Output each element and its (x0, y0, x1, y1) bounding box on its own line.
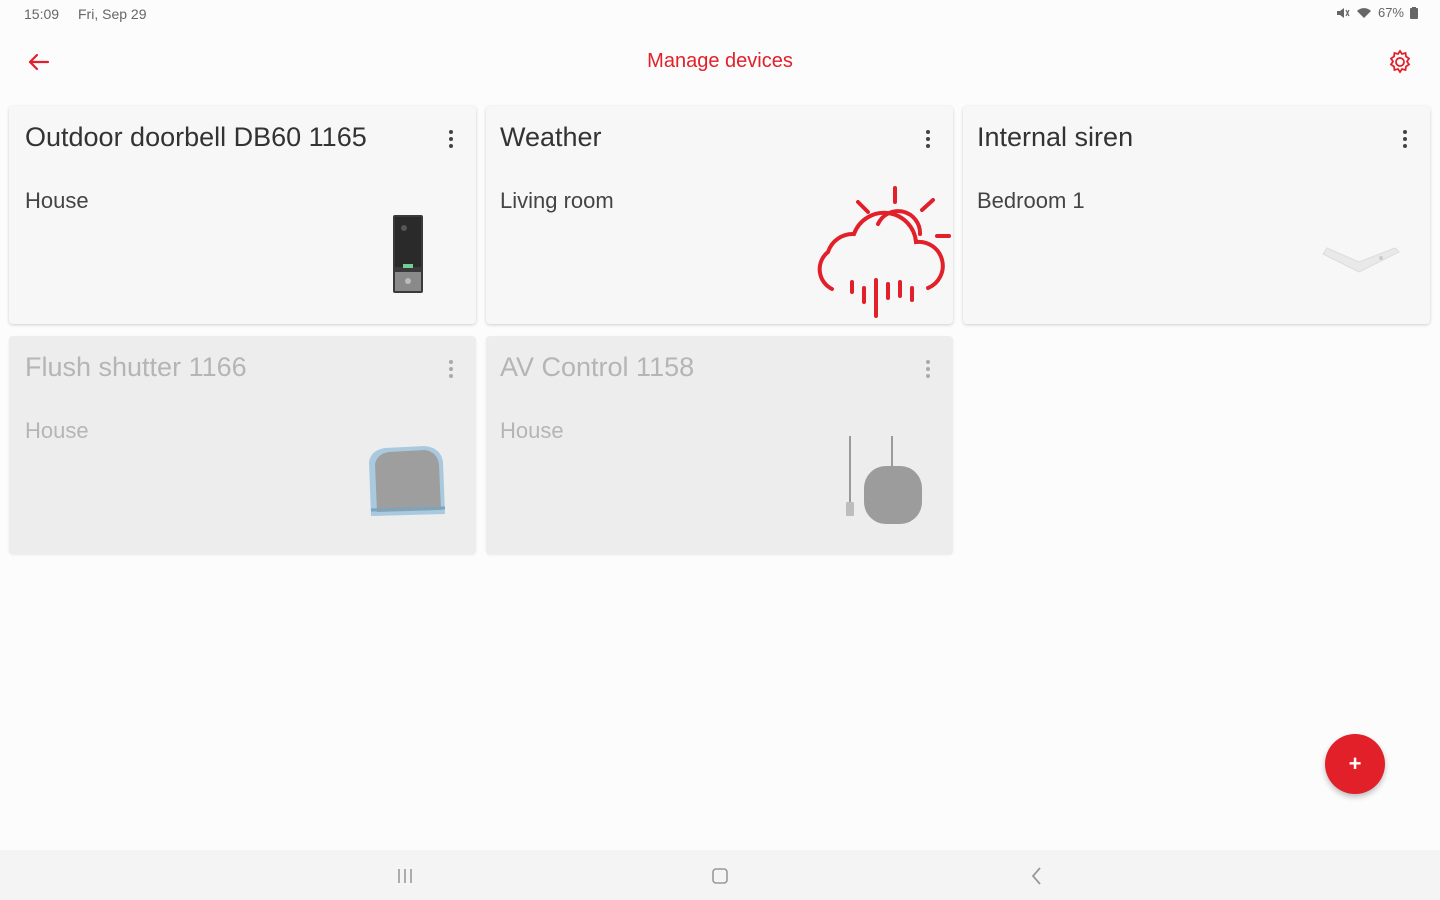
battery-icon (1410, 6, 1418, 19)
device-name: Outdoor doorbell DB60 1165 (25, 122, 367, 152)
doorbell-icon (393, 215, 423, 293)
add-device-button[interactable]: + (1325, 734, 1385, 794)
device-card-av-control[interactable]: AV Control 1158 House (486, 336, 953, 554)
device-name: Internal siren (977, 122, 1134, 152)
status-time: 15:09 (24, 6, 60, 22)
wifi-icon (1356, 7, 1371, 18)
device-card-weather[interactable]: Weather Living room (486, 106, 953, 324)
status-bar: 15:09 Fri, Sep 29 67% (0, 0, 1440, 28)
device-card-flush-shutter[interactable]: Flush shutter 1166 House (9, 336, 476, 554)
shutter-module-icon (369, 446, 446, 516)
gear-icon (1389, 49, 1411, 74)
more-options-icon[interactable] (1396, 128, 1414, 152)
more-options-icon[interactable] (919, 128, 937, 152)
device-room: House (500, 418, 564, 443)
device-card-doorbell[interactable]: Outdoor doorbell DB60 1165 House (9, 106, 476, 324)
weather-rain-sun-icon (817, 186, 951, 318)
device-name: Weather (500, 122, 602, 152)
status-icons: 67% (1336, 5, 1418, 20)
recent-apps-icon (398, 869, 412, 883)
more-options-icon[interactable] (919, 358, 937, 382)
battery-percent: 67% (1377, 5, 1404, 20)
device-room: House (25, 418, 89, 443)
device-card-siren[interactable]: Internal siren Bedroom 1 (963, 106, 1430, 324)
device-name: Flush shutter 1166 (25, 352, 247, 382)
device-room: Bedroom 1 (977, 188, 1085, 213)
siren-icon (1322, 247, 1400, 273)
mute-icon (1336, 7, 1350, 18)
device-name: AV Control 1158 (500, 352, 695, 382)
chevron-left-icon (1031, 867, 1041, 885)
app-bar: Manage devices (0, 36, 1440, 88)
more-options-icon[interactable] (442, 358, 460, 382)
device-room: Living room (500, 188, 614, 213)
system-nav-bar (0, 850, 1440, 900)
device-room: House (25, 188, 89, 213)
home-button[interactable] (705, 863, 735, 889)
system-back-button[interactable] (1022, 863, 1052, 889)
plus-icon: + (1348, 751, 1362, 776)
recent-apps-button[interactable] (390, 863, 420, 889)
status-date: Fri, Sep 29 (78, 6, 147, 22)
home-icon (712, 868, 728, 884)
av-control-icon (846, 436, 922, 524)
settings-button[interactable] (1384, 46, 1416, 78)
more-options-icon[interactable] (442, 128, 460, 152)
page-title: Manage devices (647, 50, 793, 72)
